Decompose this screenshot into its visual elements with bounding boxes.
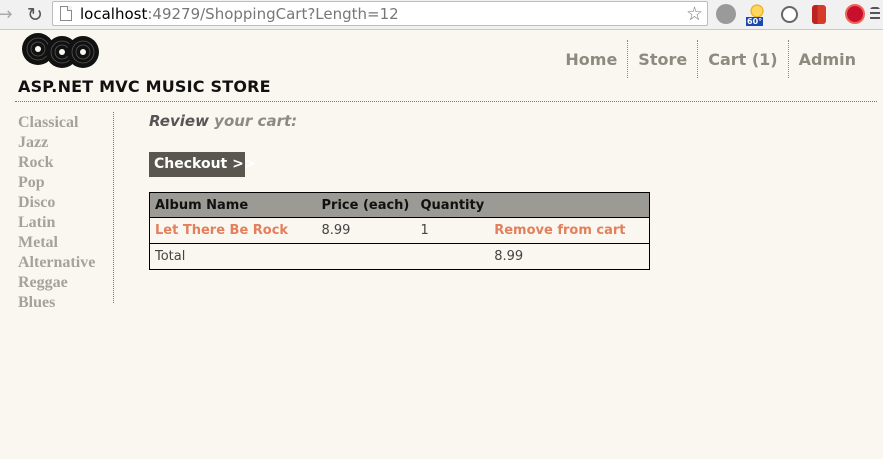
- genre-link-latin[interactable]: Latin: [18, 212, 113, 232]
- album-link[interactable]: Let There Be Rock: [155, 223, 288, 238]
- nav-admin-link[interactable]: Admin: [787, 40, 866, 78]
- genre-link-reggae[interactable]: Reggae: [18, 272, 113, 292]
- column-header-price: Price (each): [316, 192, 416, 218]
- bookmark-star-icon[interactable]: ☆: [686, 3, 703, 25]
- column-header-quantity: Quantity: [415, 192, 490, 218]
- genre-link-alternative[interactable]: Alternative: [18, 252, 113, 272]
- page-heading: Review your cart:: [149, 112, 297, 130]
- top-navigation: Home Store Cart (1) Admin: [555, 40, 866, 78]
- book-extension-icon[interactable]: [812, 5, 826, 24]
- cart-table: Album Name Price (each) Quantity Let The…: [149, 192, 650, 270]
- genre-link-rock[interactable]: Rock: [18, 152, 113, 172]
- back-icon[interactable]: →: [0, 4, 16, 26]
- empty-cell: [416, 244, 490, 270]
- heading-bold: Review: [149, 112, 209, 130]
- total-row: Total 8.99: [150, 244, 650, 270]
- adblock-extension-icon[interactable]: [845, 4, 865, 24]
- menu-icon[interactable]: [870, 7, 880, 21]
- site-title: ASP.NET MVC MUSIC STORE: [18, 77, 271, 96]
- music-store-logo[interactable]: [20, 32, 100, 70]
- checkout-button[interactable]: Checkout >>: [149, 152, 256, 177]
- nav-cart-link[interactable]: Cart (1): [697, 40, 787, 78]
- url-text[interactable]: localhost:49279/ShoppingCart?Length=12: [80, 5, 399, 23]
- actions-cell: Remove from cart: [489, 217, 650, 244]
- genre-link-blues[interactable]: Blues: [18, 292, 113, 312]
- page-icon: [60, 6, 72, 21]
- genre-link-pop[interactable]: Pop: [18, 172, 113, 192]
- browser-toolbar: → ↻ localhost:49279/ShoppingCart?Length=…: [0, 0, 883, 30]
- url-host: localhost: [80, 5, 148, 23]
- remove-from-cart-link[interactable]: Remove from cart: [494, 223, 625, 238]
- total-label: Total: [155, 249, 186, 264]
- main-content: Review your cart: Checkout >>: [149, 112, 297, 177]
- empty-cell: [317, 244, 416, 270]
- url-path: :49279/ShoppingCart?Length=12: [147, 5, 399, 23]
- reload-icon[interactable]: ↻: [24, 4, 46, 26]
- table-header-row: Album Name Price (each) Quantity: [149, 192, 650, 218]
- column-header-album: Album Name: [149, 192, 317, 218]
- chat-extension-icon[interactable]: [716, 4, 736, 24]
- address-bar[interactable]: localhost:49279/ShoppingCart?Length=12 ☆: [52, 1, 708, 26]
- heading-light: your cart:: [214, 112, 298, 130]
- column-header-actions: [489, 192, 650, 218]
- table-row: Let There Be Rock 8.99 1 Remove from car…: [149, 217, 650, 244]
- weather-temp: 60°: [746, 17, 764, 26]
- weather-extension-icon[interactable]: 60°: [746, 4, 766, 26]
- nav-home-link[interactable]: Home: [555, 40, 627, 78]
- record-icon: [67, 36, 99, 68]
- genre-sidebar: Classical Jazz Rock Pop Disco Latin Meta…: [18, 112, 114, 311]
- total-value: 8.99: [494, 249, 524, 264]
- genre-link-metal[interactable]: Metal: [18, 232, 113, 252]
- nav-store-link[interactable]: Store: [627, 40, 697, 78]
- quantity-cell: 1: [415, 217, 490, 244]
- header-divider: [15, 101, 877, 102]
- genre-link-disco[interactable]: Disco: [18, 192, 113, 212]
- price-cell: 8.99: [316, 217, 416, 244]
- phone-extension-icon[interactable]: [781, 6, 798, 23]
- genre-link-classical[interactable]: Classical: [18, 112, 113, 132]
- genre-link-jazz[interactable]: Jazz: [18, 132, 113, 152]
- album-cell: Let There Be Rock: [149, 217, 317, 244]
